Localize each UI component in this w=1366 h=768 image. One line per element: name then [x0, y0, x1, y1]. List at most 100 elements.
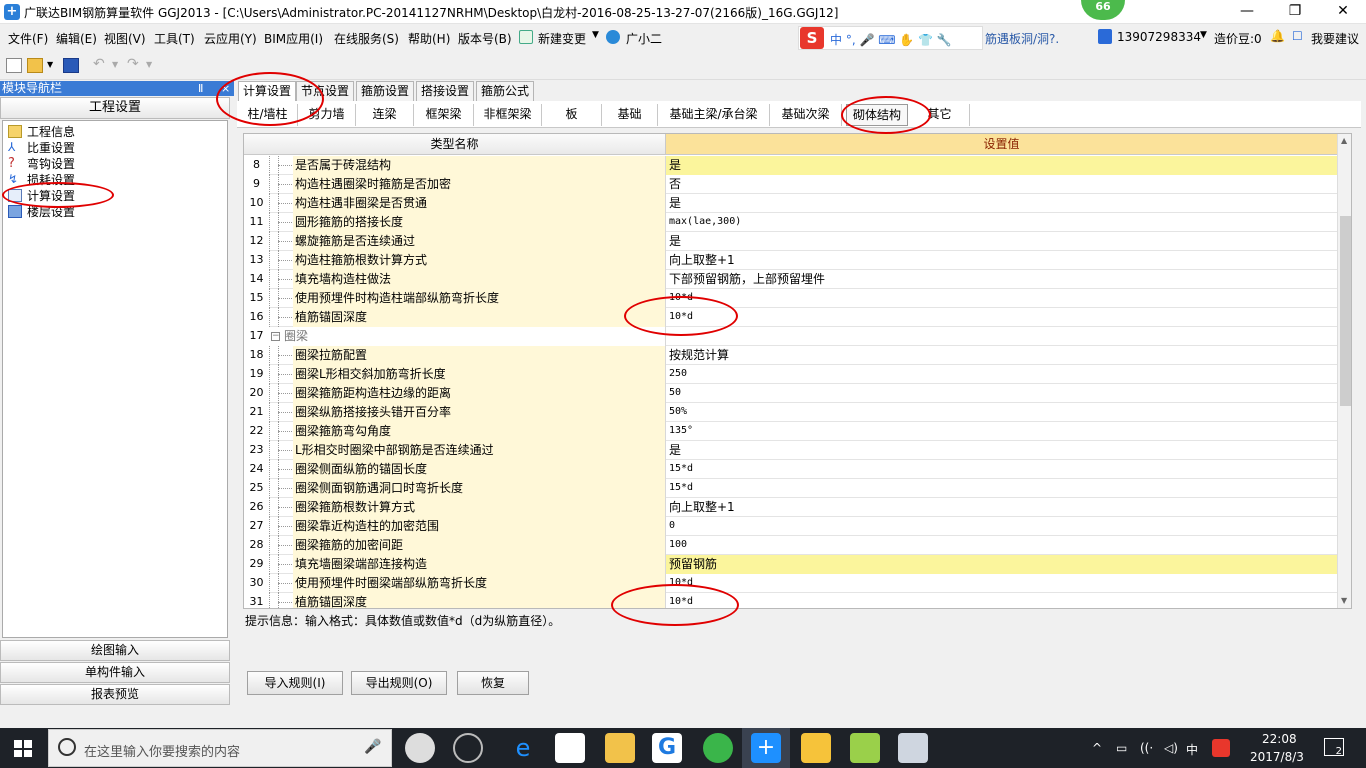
row-value[interactable]: 否	[666, 175, 1337, 194]
table-row[interactable]: 8 是否属于砖混结构是	[244, 156, 1337, 175]
suggest-link[interactable]: 我要建议	[1311, 30, 1359, 47]
clock-date[interactable]: 2017/8/3	[1250, 750, 1304, 764]
scroll-down-icon[interactable]: ▼	[1341, 596, 1347, 605]
tray-volume-icon[interactable]: ◁)	[1164, 741, 1178, 755]
menu-version[interactable]: 版本号(B)	[458, 30, 512, 47]
row-value[interactable]: 10*d	[666, 289, 1337, 308]
nav-draw-input[interactable]: 绘图输入	[0, 640, 230, 661]
row-value[interactable]: 向上取整+1	[666, 498, 1337, 517]
tab-stirrup-settings[interactable]: 箍筋设置	[356, 81, 415, 101]
restore-button[interactable]: ❐	[1272, 0, 1318, 24]
redo-icon[interactable]: ↷	[127, 56, 139, 72]
close-icon[interactable]: ×	[221, 81, 230, 96]
minimize-button[interactable]: —	[1224, 0, 1270, 24]
tab-calc-settings[interactable]: 计算设置	[238, 81, 297, 102]
table-row[interactable]: 22 圈梁箍筋弯勾角度 135°	[244, 422, 1337, 441]
menu-edit[interactable]: 编辑(E)	[56, 30, 97, 47]
table-row[interactable]: 30 使用预埋件时圈梁端部纵筋弯折长度 10*d	[244, 574, 1337, 593]
tab-foundation[interactable]: 基础	[602, 104, 658, 126]
tray-wifi-icon[interactable]: ((·	[1140, 741, 1153, 755]
table-row[interactable]: 20 圈梁箍筋距构造柱边缘的距离 50	[244, 384, 1337, 403]
collapse-icon[interactable]: −	[271, 332, 280, 341]
table-row[interactable]: 18 圈梁拉筋配置 按规范计算	[244, 346, 1337, 365]
table-row[interactable]: 9 构造柱遇圈梁时箍筋是否加密否	[244, 175, 1337, 194]
table-row[interactable]: 31 植筋锚固深度 10*d	[244, 593, 1337, 608]
notes-app-icon[interactable]	[801, 733, 831, 763]
row-value[interactable]: 10*d	[666, 574, 1337, 593]
row-value[interactable]: 是	[666, 232, 1337, 251]
table-row[interactable]: 24 圈梁侧面纵筋的锚固长度 15*d	[244, 460, 1337, 479]
menu-file[interactable]: 文件(F)	[8, 30, 48, 47]
table-row[interactable]: 16 植筋锚固深度 10*d	[244, 308, 1337, 327]
tab-stirrup-formula[interactable]: 箍筋公式	[476, 81, 535, 101]
undo-icon[interactable]: ↶	[93, 56, 105, 72]
menu-tools[interactable]: 工具(T)	[154, 30, 195, 47]
row-value[interactable]: 50%	[666, 403, 1337, 422]
g-app-icon[interactable]: G	[652, 733, 682, 763]
store-icon[interactable]	[555, 733, 585, 763]
account-phone[interactable]: 13907298334	[1117, 30, 1201, 44]
nav-group-project-settings[interactable]: 工程设置	[0, 97, 230, 119]
row-value[interactable]: 100	[666, 536, 1337, 555]
row-value[interactable]: 50	[666, 384, 1337, 403]
notification-icon[interactable]: 2	[1324, 738, 1344, 757]
menu-cloud[interactable]: 云应用(Y)	[204, 30, 257, 47]
scrollbar-thumb[interactable]	[1340, 216, 1351, 406]
nav-item-project-info[interactable]: 工程信息	[8, 123, 75, 139]
menu-help[interactable]: 帮助(H)	[408, 30, 450, 47]
tray-chevron-icon[interactable]: ^	[1092, 741, 1102, 755]
row-value[interactable]: 预留钢筋	[666, 555, 1337, 574]
row-value[interactable]: 10*d	[666, 593, 1337, 608]
row-value[interactable]: 是	[666, 194, 1337, 213]
table-row[interactable]: 21 圈梁纵筋搭接接头错开百分率 50%	[244, 403, 1337, 422]
table-row[interactable]: 15 使用预埋件时构造柱端部纵筋弯折长度 10*d	[244, 289, 1337, 308]
tab-slab[interactable]: 板	[542, 104, 602, 126]
row-value[interactable]: 下部预留钢筋，上部预留埋件	[666, 270, 1337, 289]
tab-shear-wall[interactable]: 剪力墙	[298, 104, 356, 126]
tab-lap-settings[interactable]: 搭接设置	[416, 81, 475, 101]
row-value[interactable]: 0	[666, 517, 1337, 536]
row-value[interactable]: 按规范计算	[666, 346, 1337, 365]
open-folder-icon[interactable]	[27, 58, 43, 73]
table-group-row[interactable]: 17− 圈梁	[244, 327, 1337, 346]
tray-network-icon[interactable]: ▭	[1116, 741, 1127, 755]
table-row[interactable]: 11 圆形箍筋的搭接长度 max(lae,300)	[244, 213, 1337, 232]
tab-foundation-main-beam[interactable]: 基础主梁/承台梁	[658, 104, 770, 126]
scroll-up-icon[interactable]: ▲	[1341, 136, 1347, 145]
clock-time[interactable]: 22:08	[1262, 732, 1297, 746]
restore-button-main[interactable]: 恢复	[457, 671, 529, 695]
tab-non-frame-beam[interactable]: 非框架梁	[474, 104, 542, 126]
file-explorer-icon[interactable]	[605, 733, 635, 763]
microphone-icon[interactable]: 🎤	[364, 739, 381, 755]
row-value[interactable]: 向上取整+1	[666, 251, 1337, 270]
chevron-down-icon[interactable]: ▼	[47, 60, 53, 69]
glodon-app-icon[interactable]: +	[751, 733, 781, 763]
nav-single-component-input[interactable]: 单构件输入	[0, 662, 230, 683]
taskview-icon[interactable]	[405, 733, 435, 763]
table-row[interactable]: 13 构造柱箍筋根数计算方式 向上取整+1	[244, 251, 1337, 270]
sticky-app-icon[interactable]	[850, 733, 880, 763]
column-header-type-name[interactable]: 类型名称	[244, 134, 666, 155]
tab-other[interactable]: 其它	[910, 104, 970, 126]
vertical-scrollbar[interactable]: ▲ ▼	[1337, 134, 1351, 608]
row-value[interactable]: 10*d	[666, 308, 1337, 327]
row-value[interactable]: 是	[666, 156, 1337, 175]
window-app-icon[interactable]	[898, 733, 928, 763]
tab-frame-beam[interactable]: 框架梁	[414, 104, 474, 126]
bell-icon[interactable]: 🔔	[1270, 29, 1285, 43]
new-file-icon[interactable]	[6, 58, 22, 73]
ime-tools[interactable]: 中 °, 🎤 ⌨ ✋ 👕 🔧	[830, 31, 952, 48]
row-value[interactable]: max(lae,300)	[666, 213, 1337, 232]
menu-view[interactable]: 视图(V)	[104, 30, 146, 47]
table-row[interactable]: 12 螺旋箍筋是否连续通过是	[244, 232, 1337, 251]
windows-start-icon[interactable]	[14, 740, 32, 757]
nav-item-floor[interactable]: 楼层设置	[8, 203, 75, 219]
table-row[interactable]: 29 填充墙圈梁端部连接构造 预留钢筋	[244, 555, 1337, 574]
close-button[interactable]: ✕	[1320, 0, 1366, 24]
menu-online[interactable]: 在线服务(S)	[334, 30, 399, 47]
tab-node-settings[interactable]: 节点设置	[296, 81, 355, 101]
tray-language[interactable]: 中	[1186, 741, 1198, 758]
column-header-setting-value[interactable]: 设置值	[666, 134, 1337, 155]
nav-item-hook[interactable]: ? 弯钩设置	[8, 155, 75, 171]
account-dropdown-icon[interactable]: ▼	[1200, 30, 1207, 40]
